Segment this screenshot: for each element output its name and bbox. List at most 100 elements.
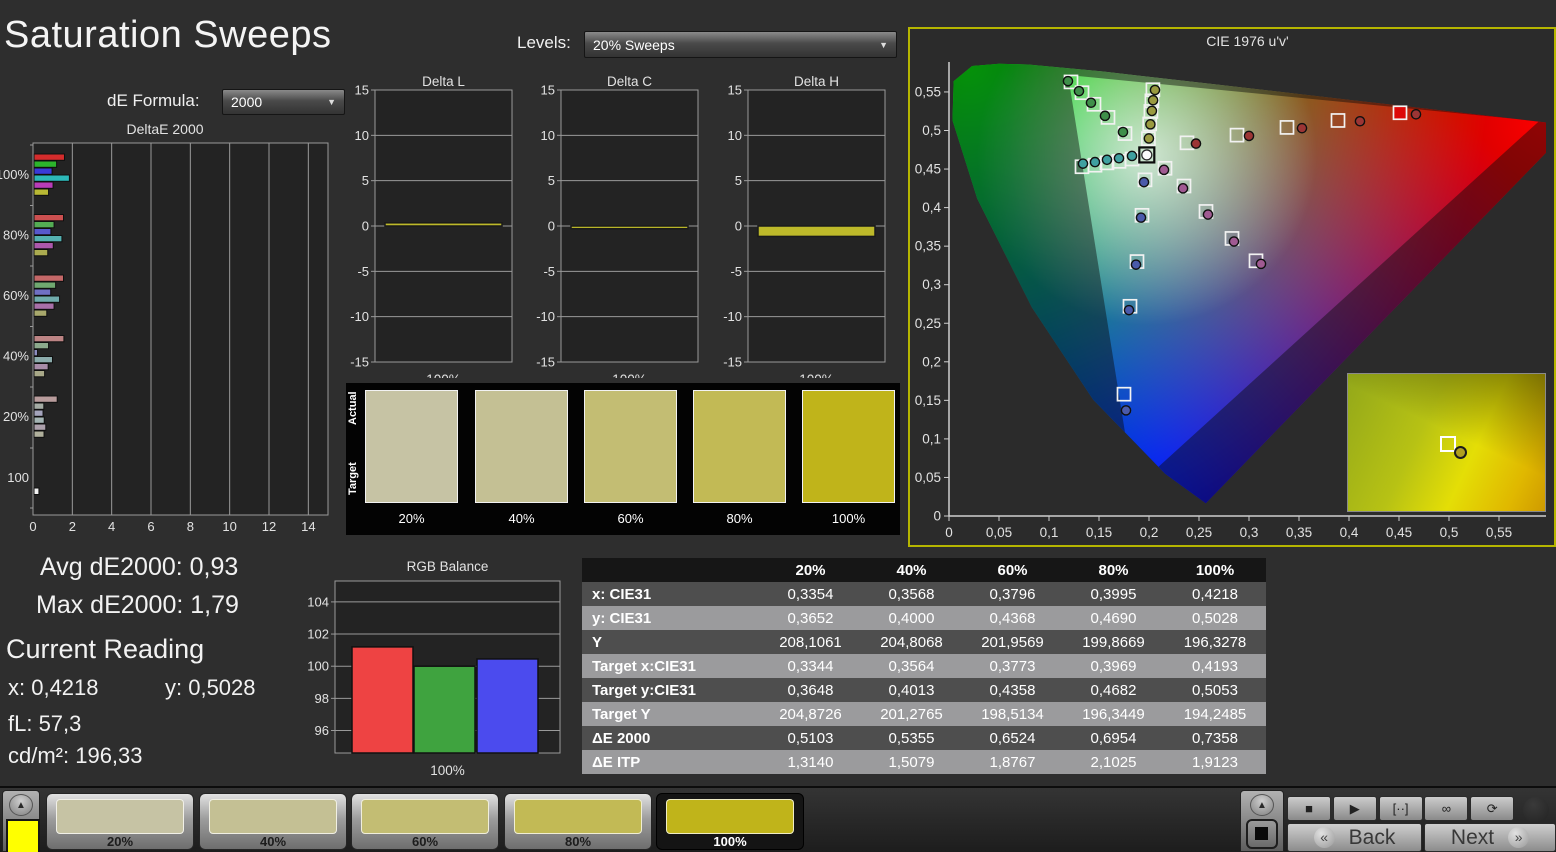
svg-text:Delta L: Delta L bbox=[422, 74, 465, 89]
svg-text:0: 0 bbox=[735, 219, 742, 234]
pattern-window-button[interactable] bbox=[1246, 819, 1278, 849]
sweep-level-button-20%[interactable]: 20% bbox=[46, 793, 194, 850]
delta-l-chart: Delta L 15 10 5 0 -5 -10 -15 100% bbox=[350, 74, 513, 378]
deltae-bar-red bbox=[33, 153, 65, 161]
cie-zoom-inset bbox=[1347, 373, 1546, 512]
table-cell: 2,1025 bbox=[1063, 750, 1164, 774]
cie-measured-marker-red bbox=[1190, 138, 1202, 149]
table-cell: 1,9123 bbox=[1164, 750, 1266, 774]
svg-text:100%: 100% bbox=[799, 372, 834, 378]
table-row-label: ΔE ITP bbox=[582, 750, 760, 774]
deltae-bar bbox=[33, 487, 40, 495]
status-indicator-circle bbox=[1523, 797, 1549, 823]
deltae-bar-magenta bbox=[33, 423, 47, 431]
next-button[interactable]: Next » bbox=[1424, 823, 1556, 852]
cie-measured-marker-yellow bbox=[1149, 84, 1161, 96]
table-cell: 194,2485 bbox=[1164, 702, 1266, 726]
svg-text:0,45: 0,45 bbox=[1386, 525, 1412, 540]
table-row: ΔE 2000 0,5103 0,5355 0,6524 0,6954 0,7358 bbox=[582, 726, 1266, 750]
cie-1976-panel: CIE 1976 u'v' 0 0 0,05 0,05 0,1 0,1 0,15 0,15 0,2… bbox=[908, 27, 1556, 547]
cie-measured-marker-green bbox=[1099, 110, 1111, 122]
deltae-bar-blue bbox=[33, 349, 39, 357]
svg-text:0,3: 0,3 bbox=[1240, 525, 1259, 540]
sweep-level-swatch bbox=[56, 799, 184, 834]
svg-text:Delta C: Delta C bbox=[607, 74, 652, 89]
table-cell: 199,8669 bbox=[1063, 630, 1164, 654]
next-button-label: Next bbox=[1450, 825, 1495, 849]
measurement-table: 20% 40% 60% 80% 100% x: CIE31 0,3354 0,3568 0,37… bbox=[582, 558, 1266, 774]
refresh-button[interactable]: ⟳ bbox=[1470, 796, 1515, 821]
svg-text:98: 98 bbox=[315, 691, 329, 706]
cie-measured-marker-red bbox=[1243, 130, 1255, 142]
expand-up-button[interactable]: ▲ bbox=[1250, 794, 1274, 816]
svg-text:0: 0 bbox=[362, 219, 369, 234]
svg-text:10: 10 bbox=[541, 128, 555, 143]
table-cell: 0,4690 bbox=[1063, 606, 1164, 630]
table-cell: 0,4218 bbox=[1164, 582, 1266, 606]
svg-text:96: 96 bbox=[315, 723, 329, 738]
table-row-label: Target Y bbox=[582, 702, 760, 726]
svg-text:0,15: 0,15 bbox=[1086, 525, 1112, 540]
svg-text:100: 100 bbox=[7, 470, 29, 485]
deltae2000-bar-chart: DeltaE 2000 0 2 4 6 8 10 12 14 100% 80% 60% 40% 20% 10… bbox=[0, 121, 329, 534]
levels-dropdown[interactable]: 20% Sweeps ▼ bbox=[584, 31, 897, 58]
loop-range-button[interactable]: [··] bbox=[1378, 796, 1423, 821]
cie-measured-marker-blue bbox=[1138, 176, 1150, 188]
svg-text:100: 100 bbox=[307, 659, 329, 674]
deltae-bar-cyan bbox=[33, 356, 53, 364]
expand-up-button[interactable]: ▲ bbox=[9, 794, 33, 816]
cie-measured-marker-yellow bbox=[1145, 119, 1156, 130]
sweep-swatch-20% bbox=[365, 390, 458, 503]
table-cell: 0,3995 bbox=[1063, 582, 1164, 606]
delta_l-bar bbox=[384, 222, 503, 227]
table-cell: 198,5134 bbox=[962, 702, 1063, 726]
svg-text:40%: 40% bbox=[3, 349, 29, 364]
play-button[interactable]: ▶ bbox=[1332, 796, 1377, 821]
svg-text:-10: -10 bbox=[350, 309, 369, 324]
cie-measured-marker-green bbox=[1062, 75, 1074, 87]
cie-measured-marker-cyan bbox=[1077, 158, 1089, 169]
table-col-header-20%: 20% bbox=[760, 558, 861, 582]
cie-measured-marker-blue bbox=[1130, 259, 1142, 270]
infinite-repeat-button[interactable]: ∞ bbox=[1424, 796, 1469, 821]
up-arrow-icon: ▲ bbox=[1257, 800, 1267, 811]
sweep-level-button-80%[interactable]: 80% bbox=[504, 793, 652, 850]
de-formula-dropdown[interactable]: 2000 ▼ bbox=[222, 89, 345, 115]
sweep-swatch-100% bbox=[802, 390, 895, 503]
table-cell: 196,3449 bbox=[1063, 702, 1164, 726]
svg-text:0: 0 bbox=[548, 219, 555, 234]
deltae-bar-yellow bbox=[33, 430, 45, 438]
cie-measured-marker-yellow bbox=[1146, 105, 1158, 117]
cie-whitepoint-measured-marker bbox=[1141, 149, 1153, 161]
table-cell: 0,6954 bbox=[1063, 726, 1164, 750]
chevron-down-icon: ▼ bbox=[879, 39, 888, 50]
delta_c-bar bbox=[570, 225, 689, 230]
sweep-level-label: 40% bbox=[259, 834, 287, 849]
svg-text:10: 10 bbox=[222, 519, 236, 534]
sweep-level-button-100%[interactable]: 100% bbox=[656, 793, 804, 850]
svg-text:5: 5 bbox=[548, 173, 555, 188]
avg-de2000-stat: Avg dE2000: 0,93 bbox=[40, 553, 239, 581]
table-col-header-40%: 40% bbox=[861, 558, 962, 582]
svg-text:4: 4 bbox=[108, 519, 115, 534]
stop-button[interactable]: ■ bbox=[1287, 796, 1331, 821]
up-arrow-icon: ▲ bbox=[16, 800, 26, 811]
table-row: Target y:CIE31 0,3648 0,4013 0,4358 0,4682 0,… bbox=[582, 678, 1266, 702]
table-cell: 0,3648 bbox=[760, 678, 861, 702]
sweep-level-button-40%[interactable]: 40% bbox=[199, 793, 347, 850]
svg-text:60%: 60% bbox=[3, 288, 29, 303]
swatch-row-label-target: Target bbox=[347, 462, 359, 495]
table-cell: 0,5355 bbox=[861, 726, 962, 750]
cie-measured-marker-yellow bbox=[1143, 133, 1155, 144]
sweep-level-button-60%[interactable]: 60% bbox=[351, 793, 499, 850]
sweep-swatch-label: 20% bbox=[398, 511, 425, 526]
deltae-bar-green bbox=[33, 160, 58, 168]
sweep-level-label: 100% bbox=[713, 834, 747, 849]
svg-text:-5: -5 bbox=[357, 264, 369, 279]
cie-measured-marker-cyan bbox=[1126, 150, 1138, 162]
back-button[interactable]: « Back bbox=[1287, 823, 1422, 852]
svg-text:0: 0 bbox=[933, 509, 941, 524]
svg-text:0,4: 0,4 bbox=[922, 200, 941, 215]
svg-text:5: 5 bbox=[735, 173, 742, 188]
cie-measured-marker-yellow bbox=[1147, 94, 1159, 106]
